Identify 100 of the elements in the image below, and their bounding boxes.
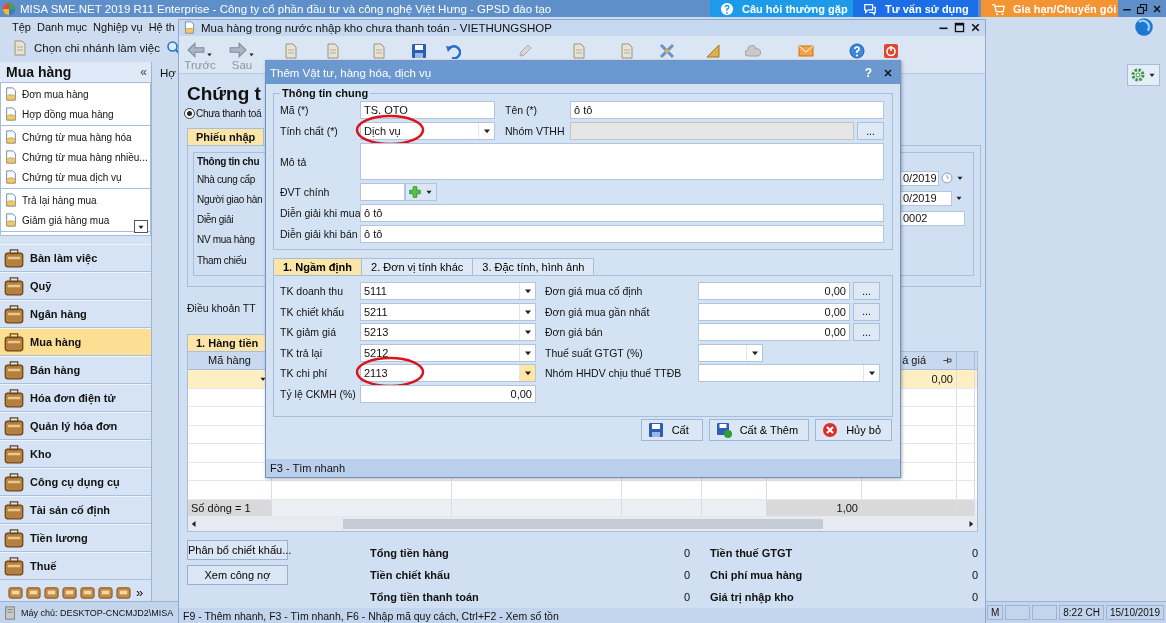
module-item[interactable]: Bàn làm việc [0, 244, 151, 272]
sidebar-link[interactable]: Chứng từ mua hàng nhiều... [1, 147, 150, 167]
close-icon[interactable] [882, 66, 894, 79]
menu-item[interactable]: Hệ th [148, 21, 175, 33]
document-icon[interactable] [571, 42, 587, 59]
date-field[interactable]: 0/2019 [900, 170, 939, 186]
module-item[interactable]: Hóa đơn điện tử [0, 384, 151, 412]
tab[interactable]: Hợ [160, 67, 178, 79]
sidebar-link[interactable]: Trả lại hàng mua [1, 190, 150, 210]
number-field[interactable]: 0,00 [360, 384, 536, 403]
module-shortcut-icon[interactable] [44, 585, 59, 600]
help-icon[interactable] [849, 42, 865, 59]
column-header[interactable]: á giá [902, 354, 926, 367]
menu-item[interactable]: Danh mục [36, 21, 88, 33]
power-icon[interactable] [883, 42, 899, 59]
dropdown-button[interactable] [519, 365, 535, 381]
sidebar-link[interactable]: Chứng từ mua hàng hóa [1, 127, 150, 147]
combo-field[interactable]: 5213 [360, 323, 536, 341]
text-field[interactable]: TS. OTO [360, 101, 495, 119]
payment-radio[interactable]: Chưa thanh toá [184, 107, 262, 119]
module-item[interactable]: Ngân hàng [0, 300, 151, 328]
field-label: Nhà cung cấp [197, 174, 256, 188]
tools-icon[interactable] [659, 42, 675, 59]
browse-button[interactable]: ... [853, 323, 880, 341]
module-item[interactable]: Công cụ dụng cụ [0, 468, 151, 496]
field-label: TK doanh thu [280, 285, 345, 297]
column-header[interactable]: Mã hàng [208, 354, 251, 367]
add-dropdown-button[interactable] [405, 183, 437, 201]
number-field[interactable]: 0,00 [698, 323, 850, 341]
dialog-button[interactable]: Cất [640, 419, 703, 441]
browse-button[interactable]: ... [853, 302, 880, 321]
tab[interactable]: 2. Đơn vị tính khác [361, 258, 474, 275]
sidebar-link[interactable]: Hợp đồng mua hàng [1, 104, 150, 124]
module-shortcut-icon[interactable] [8, 585, 23, 600]
header-button[interactable]: Tư vấn sử dụng [853, 0, 978, 17]
module-item[interactable]: Bán hàng [0, 356, 151, 384]
settings-button[interactable] [1127, 64, 1160, 86]
text-field[interactable]: ô tô [570, 101, 884, 119]
sidebar-link[interactable]: Giảm giá hàng mua [1, 210, 150, 230]
module-shortcut-icon[interactable] [98, 585, 113, 600]
module-item[interactable]: Quỹ [0, 272, 151, 300]
save-icon[interactable] [411, 42, 427, 59]
module-shortcut-icon[interactable] [26, 585, 41, 600]
module-shortcut-icon[interactable] [62, 585, 77, 600]
module-item[interactable]: Mua hàng [0, 328, 151, 356]
combo-field[interactable] [698, 343, 763, 362]
dialog-button[interactable]: Cất & Thêm [708, 419, 810, 441]
document-icon[interactable] [283, 42, 299, 59]
cloud-icon[interactable] [745, 42, 761, 59]
menu-item[interactable]: Nghiệp vụ [93, 21, 143, 33]
undo-icon[interactable] [445, 42, 461, 59]
module-item[interactable]: Quản lý hóa đơn [0, 412, 151, 440]
date-field[interactable]: 0/2019 [900, 190, 952, 206]
combo-field[interactable]: 2113 [360, 364, 536, 382]
document-icon[interactable] [371, 42, 387, 59]
document-icon[interactable] [619, 42, 635, 59]
text-field[interactable]: ô tô [360, 204, 884, 222]
document-icon [4, 170, 18, 184]
dialog-button[interactable]: Hủy bỏ [815, 419, 892, 441]
combo-field[interactable] [698, 364, 880, 382]
total-label: Tổng tiền thanh toán [370, 590, 479, 603]
module-shortcut-icon[interactable] [80, 585, 95, 600]
tab[interactable]: 1. Hàng tiền [187, 333, 268, 351]
menu-item[interactable]: Tệp [12, 21, 31, 33]
tab[interactable]: 3. Đặc tính, hình ảnh [472, 258, 595, 275]
sidebar-link[interactable]: Chứng từ mua dịch vụ [1, 167, 150, 187]
envelope-icon[interactable] [798, 42, 814, 59]
module-item[interactable]: Tài sản cố định [0, 496, 151, 524]
combo-field[interactable]: Dịch vụ [360, 122, 495, 140]
restore-icon[interactable] [1136, 2, 1148, 15]
pencil-icon[interactable] [517, 42, 533, 59]
field-label: Tên (*) [505, 104, 539, 116]
field-label: Đơn giá mua cố định [545, 285, 644, 297]
combo-field[interactable]: 5212 [360, 343, 536, 362]
close-icon[interactable] [1151, 2, 1163, 15]
sidebar-link[interactable]: Đơn mua hàng [1, 84, 150, 104]
collapse-button[interactable]: « [140, 65, 147, 79]
text-field[interactable]: ô tô [360, 225, 884, 243]
module-shortcut-icon[interactable] [116, 585, 131, 600]
combo-field[interactable]: 5211 [360, 302, 536, 321]
tab[interactable]: Phiếu nhập [187, 127, 265, 145]
status-cell [1032, 605, 1058, 620]
module-item[interactable]: Tiền lương [0, 524, 151, 552]
maximize-icon[interactable] [953, 21, 966, 35]
number-field[interactable]: 0,00 [698, 282, 850, 300]
globe-icon[interactable] [1134, 17, 1154, 37]
browse-button[interactable]: ... [853, 282, 880, 300]
tab[interactable]: 1. Ngầm định [273, 258, 363, 275]
scroll-down-button[interactable] [134, 220, 148, 233]
date-field[interactable]: 0002 [900, 210, 965, 226]
module-item[interactable]: Kho [0, 440, 151, 468]
branch-button[interactable]: Chọn chi nhánh làm việc [34, 41, 160, 54]
document-icon[interactable] [325, 42, 341, 59]
description-field[interactable] [360, 143, 884, 180]
module-item[interactable]: Thuế [0, 552, 151, 580]
number-field[interactable]: 0,00 [698, 302, 850, 321]
more-button[interactable]: » [136, 585, 144, 600]
unit-field[interactable] [360, 183, 405, 201]
action-button[interactable]: Xem công nợ [187, 564, 288, 585]
combo-field[interactable]: 5111 [360, 282, 536, 300]
